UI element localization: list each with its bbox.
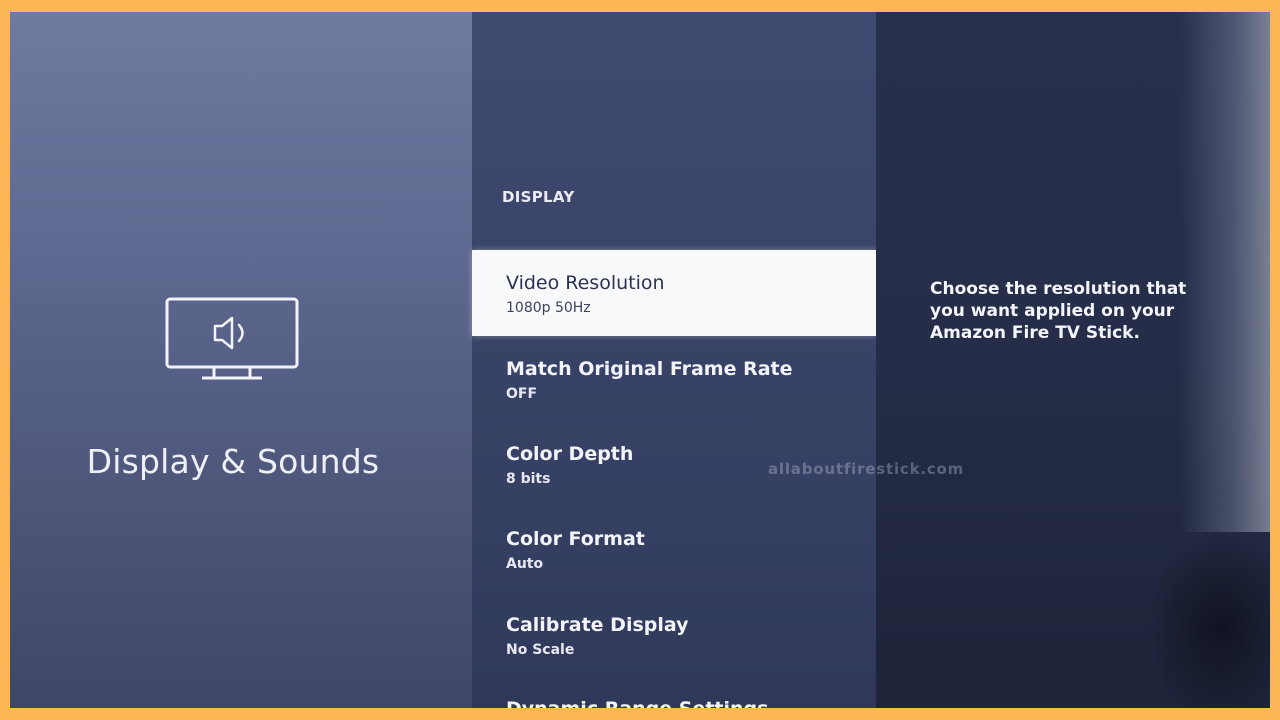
menu-item-label: Match Original Frame Rate xyxy=(506,358,793,380)
menu-item-match-frame-rate[interactable]: Match Original Frame Rate OFF xyxy=(472,336,876,422)
menu-item-label: Color Format xyxy=(506,528,645,550)
description-panel: Choose the resolution that you want appl… xyxy=(876,12,1270,708)
setting-description: Choose the resolution that you want appl… xyxy=(930,279,1187,343)
menu-item-label: Calibrate Display xyxy=(506,614,689,636)
menu-item-calibrate-display[interactable]: Calibrate Display No Scale xyxy=(472,592,876,678)
category-panel: Display & Sounds xyxy=(10,12,472,708)
tv-screen: Display & Sounds DISPLAY Video Resolutio… xyxy=(10,12,1270,708)
menu-item-label: Video Resolution xyxy=(506,272,665,294)
menu-item-video-resolution[interactable]: Video Resolution 1080p 50Hz xyxy=(472,250,878,336)
menu-item-dynamic-range[interactable]: Dynamic Range Settings xyxy=(472,676,876,708)
menu-item-value: 1080p 50Hz xyxy=(506,300,591,316)
section-title: Display & Sounds xyxy=(86,442,380,481)
background-shadow xyxy=(1146,532,1270,708)
menu-item-value: OFF xyxy=(506,386,538,402)
background-window xyxy=(1180,12,1270,532)
menu-item-value: No Scale xyxy=(506,642,575,658)
tv-speaker-icon xyxy=(165,297,299,380)
menu-item-label: Dynamic Range Settings xyxy=(506,698,876,708)
menu-item-value: Auto xyxy=(506,556,544,572)
menu-item-color-format[interactable]: Color Format Auto xyxy=(472,506,876,592)
watermark: allaboutfirestick.com xyxy=(768,460,965,478)
settings-menu: DISPLAY Video Resolution 1080p 50Hz Matc… xyxy=(472,12,878,708)
menu-header: DISPLAY xyxy=(502,188,575,206)
